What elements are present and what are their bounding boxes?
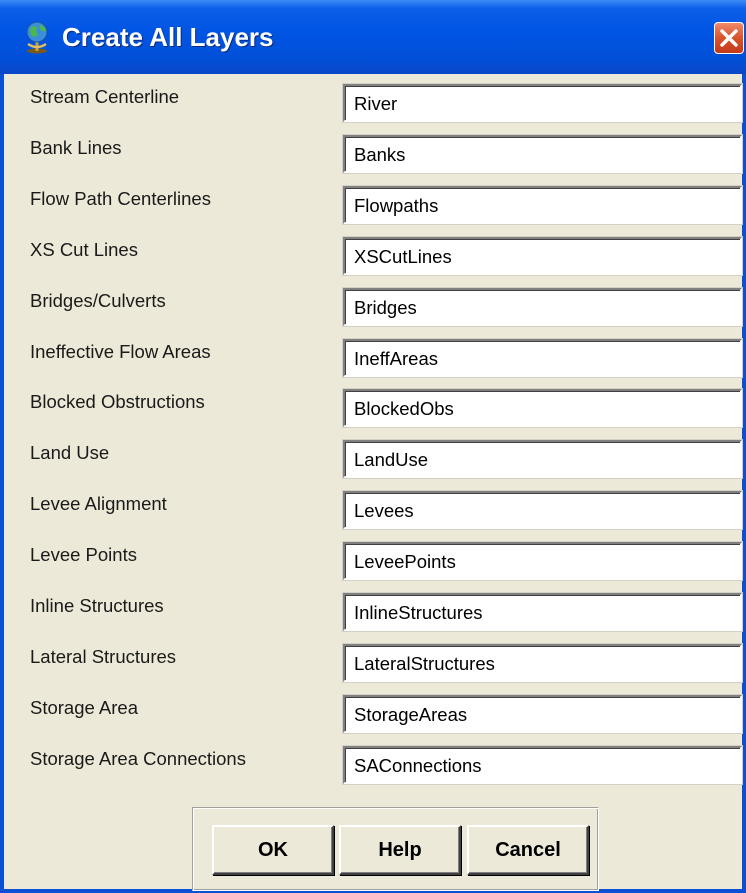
layer-name-field[interactable]	[342, 694, 743, 734]
layer-label: Flow Path Centerlines	[30, 188, 211, 209]
layer-name-input[interactable]	[345, 188, 740, 222]
title-bar[interactable]: Create All Layers	[0, 0, 746, 74]
layer-name-input[interactable]	[345, 86, 740, 120]
layer-label: Storage Area	[30, 697, 138, 718]
layer-label: XS Cut Lines	[30, 239, 138, 260]
layer-label: Bridges/Culverts	[30, 290, 166, 311]
create-all-layers-dialog: Create All Layers Stream Centerline Bank …	[0, 0, 746, 893]
layer-label: Land Use	[30, 442, 110, 463]
layer-name-input[interactable]	[345, 391, 740, 425]
layer-name-input[interactable]	[345, 595, 740, 629]
layer-name-input[interactable]	[345, 544, 740, 578]
globe-icon	[22, 20, 52, 54]
close-button[interactable]	[714, 22, 744, 54]
layer-name-field[interactable]	[342, 185, 743, 225]
layer-name-input[interactable]	[345, 442, 740, 476]
layer-name-input[interactable]	[345, 137, 740, 171]
layer-name-input[interactable]	[345, 697, 740, 731]
layer-name-field[interactable]	[342, 490, 743, 530]
cancel-button[interactable]: Cancel	[467, 825, 589, 875]
layer-name-input[interactable]	[345, 748, 740, 782]
layer-name-input[interactable]	[345, 239, 740, 273]
layer-name-input[interactable]	[345, 646, 740, 680]
dialog-title: Create All Layers	[62, 22, 274, 52]
layer-label: Inline Structures	[30, 595, 164, 616]
button-group: OK Help Cancel	[192, 807, 599, 891]
layer-label: Bank Lines	[30, 137, 122, 158]
layer-name-field[interactable]	[342, 541, 743, 581]
help-button[interactable]: Help	[339, 825, 461, 875]
layer-name-input[interactable]	[345, 341, 740, 375]
layer-name-field[interactable]	[342, 439, 743, 479]
layer-name-field[interactable]	[342, 287, 743, 327]
layer-label: Stream Centerline	[30, 86, 180, 107]
layer-label: Levee Alignment	[30, 493, 167, 514]
layer-label: Storage Area Connections	[30, 748, 246, 769]
layer-name-field[interactable]	[342, 388, 743, 428]
layer-name-field[interactable]	[342, 592, 743, 632]
layer-name-field[interactable]	[342, 643, 743, 683]
layer-name-field[interactable]	[342, 338, 743, 378]
layer-label: Levee Points	[30, 544, 137, 565]
layer-label: Ineffective Flow Areas	[30, 341, 211, 362]
layer-label: Lateral Structures	[30, 646, 177, 667]
layer-name-field[interactable]	[342, 745, 743, 785]
layer-name-field[interactable]	[342, 134, 743, 174]
layer-label: Blocked Obstructions	[30, 391, 205, 412]
close-icon	[720, 29, 738, 47]
layer-name-field[interactable]	[342, 236, 743, 276]
layer-name-field[interactable]	[342, 83, 743, 123]
layer-name-input[interactable]	[345, 290, 740, 324]
ok-button[interactable]: OK	[212, 825, 334, 875]
layer-name-input[interactable]	[345, 493, 740, 527]
